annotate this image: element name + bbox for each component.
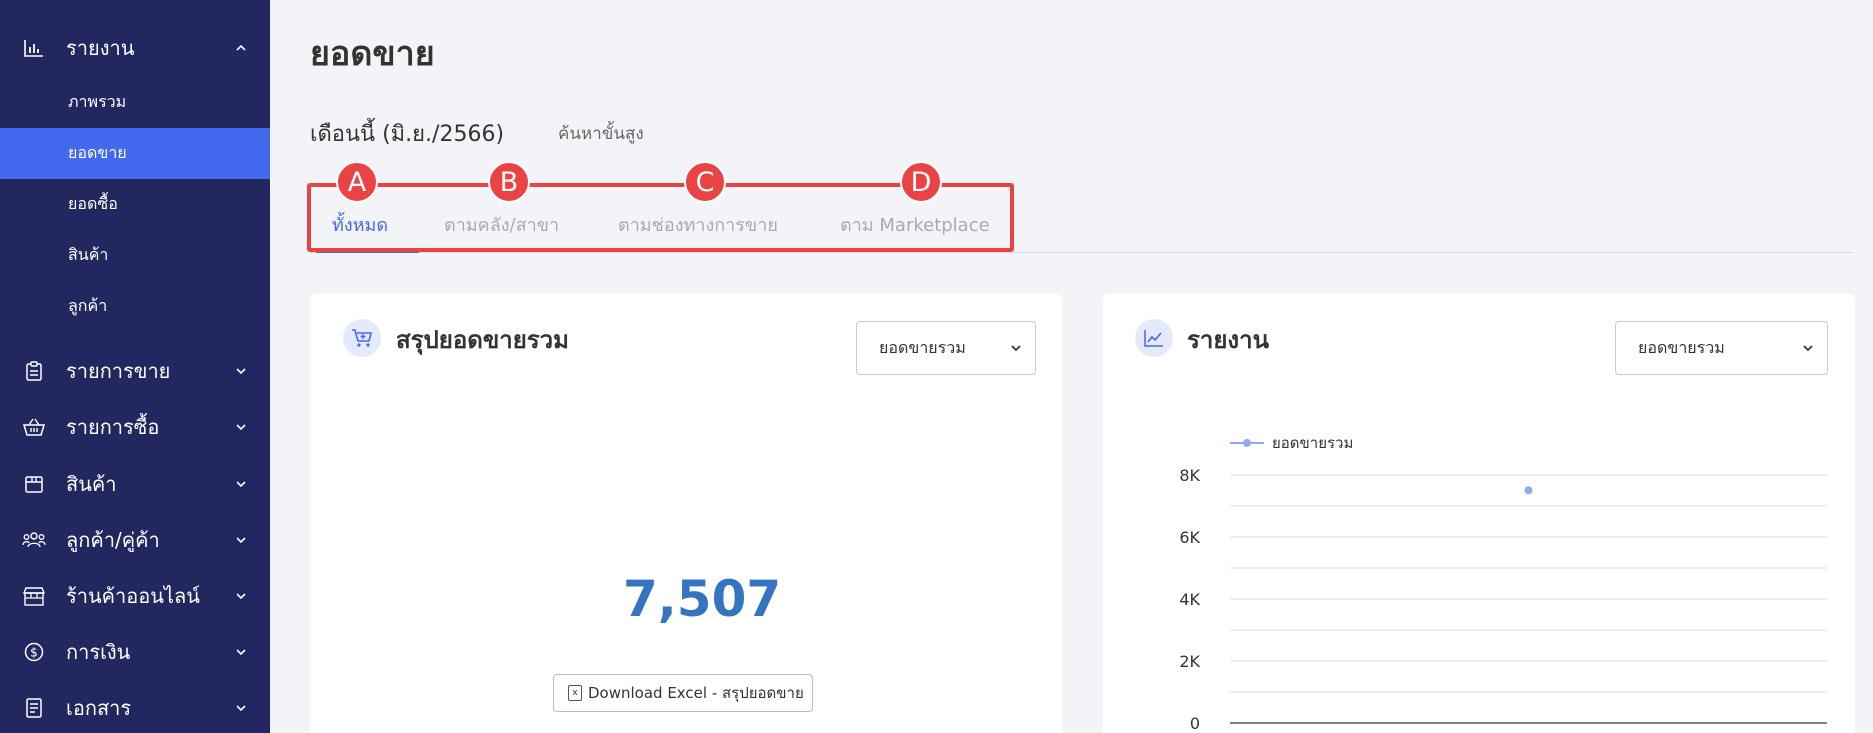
nav-purchase-list-label: รายการซื้อ xyxy=(66,415,160,439)
nav-documents[interactable]: เอกสาร xyxy=(0,683,270,733)
total-sales-value: 7,507 xyxy=(623,570,782,628)
report-card: รายงาน ยอดขายรวม ยอดขายรวม 8K 6K 4K 2K 0 xyxy=(1103,294,1855,733)
chevron-down-icon xyxy=(236,481,246,488)
callout-badge-c: C xyxy=(684,161,726,203)
tabs-divider xyxy=(310,252,1853,253)
nav-contacts[interactable]: ลูกค้า/คู่ค้า xyxy=(0,515,270,565)
summary-card-title: สรุปยอดขายรวม xyxy=(396,326,569,354)
nav-finance[interactable]: $ การเงิน xyxy=(0,627,270,677)
nav-products[interactable]: สินค้า xyxy=(0,459,270,509)
cart-icon xyxy=(343,319,381,357)
nav-online-store[interactable]: ร้านค้าออนไลน์ xyxy=(0,571,270,621)
download-excel-button[interactable]: x Download Excel - สรุปยอดขาย xyxy=(553,674,813,712)
box-icon xyxy=(22,472,46,496)
callout-badge-a: A xyxy=(336,161,378,203)
nav-finance-label: การเงิน xyxy=(66,640,131,664)
dollar-icon: $ xyxy=(22,640,46,664)
nav-sales-list[interactable]: รายการขาย xyxy=(0,346,270,396)
sidebar-item-sales[interactable]: ยอดขาย xyxy=(0,128,270,179)
summary-metric-select-value: ยอดขายรวม xyxy=(879,337,966,357)
callout-badge-d: D xyxy=(900,161,942,203)
document-icon xyxy=(22,696,46,720)
clipboard-icon xyxy=(22,359,46,383)
store-icon xyxy=(22,584,46,608)
chevron-down-icon xyxy=(236,593,246,600)
nav-purchase-list[interactable]: รายการซื้อ xyxy=(0,402,270,452)
nav-documents-label: เอกสาร xyxy=(66,696,132,720)
callout-badge-b: B xyxy=(488,161,530,203)
chevron-down-icon xyxy=(236,424,246,431)
sidebar-item-overview[interactable]: ภาพรวม xyxy=(0,77,270,128)
period-label: เดือนนี้ (มิ.ย./2566) xyxy=(310,122,505,147)
sidebar-item-purchases[interactable]: ยอดซื้อ xyxy=(0,179,270,230)
chevron-down-icon xyxy=(236,705,246,712)
chevron-down-icon xyxy=(1011,345,1021,352)
users-icon xyxy=(22,528,46,552)
chevron-down-icon xyxy=(236,537,246,544)
nav-report[interactable]: รายงาน xyxy=(0,23,270,73)
nav-contacts-label: ลูกค้า/คู่ค้า xyxy=(66,528,160,552)
sidebar: รายงาน ภาพรวม ยอดขาย ยอดซื้อ สินค้า ลูกค… xyxy=(0,0,270,733)
nav-products-label: สินค้า xyxy=(66,472,117,496)
summary-metric-select[interactable]: ยอดขายรวม xyxy=(856,321,1036,375)
advanced-search-link[interactable]: ค้นหาขั้นสูง xyxy=(558,120,644,147)
summary-card: สรุปยอดขายรวม ยอดขายรวม 7,507 x Download… xyxy=(310,294,1062,733)
nav-sales-list-label: รายการขาย xyxy=(66,359,171,383)
chevron-down-icon xyxy=(236,368,246,375)
data-point[interactable] xyxy=(1524,486,1533,495)
sidebar-item-products[interactable]: สินค้า xyxy=(0,230,270,281)
nav-report-label: รายงาน xyxy=(66,36,135,60)
page-title: ยอดขาย xyxy=(310,34,435,74)
sidebar-item-customers[interactable]: ลูกค้า xyxy=(0,281,270,332)
download-excel-label: Download Excel - สรุปยอดขาย xyxy=(588,684,804,702)
excel-file-icon: x xyxy=(568,685,582,701)
sales-line-chart xyxy=(1230,474,1827,724)
chevron-down-icon xyxy=(236,649,246,656)
bar-chart-icon xyxy=(22,36,46,60)
nav-online-store-label: ร้านค้าออนไลน์ xyxy=(66,584,200,608)
chevron-up-icon xyxy=(236,44,246,51)
basket-icon xyxy=(22,415,46,439)
svg-text:$: $ xyxy=(30,646,38,660)
